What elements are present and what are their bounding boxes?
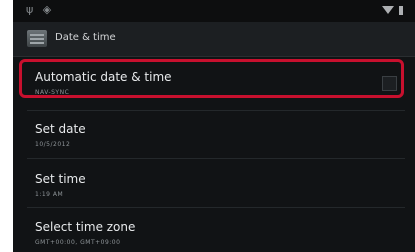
automatic-date-time-item[interactable]: Automatic date & time NAV-SYNC bbox=[13, 60, 415, 110]
action-bar: Date & time bbox=[13, 22, 415, 57]
automatic-date-time-title: Automatic date & time bbox=[35, 70, 172, 84]
notification-icons: ψ ◈ bbox=[26, 3, 55, 16]
set-time-summary: 1:19 AM bbox=[35, 191, 64, 198]
set-time-title: Set time bbox=[35, 172, 86, 186]
select-time-zone-item[interactable]: Select time zone GMT+00:00, GMT+09:00 bbox=[13, 210, 415, 252]
automatic-date-time-summary: NAV-SYNC bbox=[35, 89, 70, 96]
select-time-zone-title: Select time zone bbox=[35, 220, 136, 234]
set-time-item[interactable]: Set time 1:19 AM bbox=[13, 162, 415, 212]
wifi-icon bbox=[382, 6, 394, 14]
page-title: Date & time bbox=[55, 32, 116, 43]
divider bbox=[27, 207, 405, 208]
device-screen: ψ ◈ Date & time Automatic date & time NA… bbox=[13, 0, 415, 252]
set-date-item[interactable]: Set date 10/5/2012 bbox=[13, 112, 415, 162]
status-bar: ψ ◈ bbox=[13, 0, 415, 22]
system-icons bbox=[382, 3, 403, 16]
set-date-summary: 10/5/2012 bbox=[35, 141, 71, 148]
divider bbox=[27, 110, 405, 111]
select-time-zone-summary: GMT+00:00, GMT+09:00 bbox=[35, 239, 121, 246]
set-date-title: Set date bbox=[35, 122, 86, 136]
screenshot: ψ ◈ Date & time Automatic date & time NA… bbox=[0, 0, 415, 252]
battery-icon bbox=[399, 5, 403, 15]
automatic-date-time-checkbox[interactable] bbox=[382, 76, 397, 91]
settings-app-icon[interactable] bbox=[27, 30, 47, 47]
divider bbox=[27, 158, 405, 159]
